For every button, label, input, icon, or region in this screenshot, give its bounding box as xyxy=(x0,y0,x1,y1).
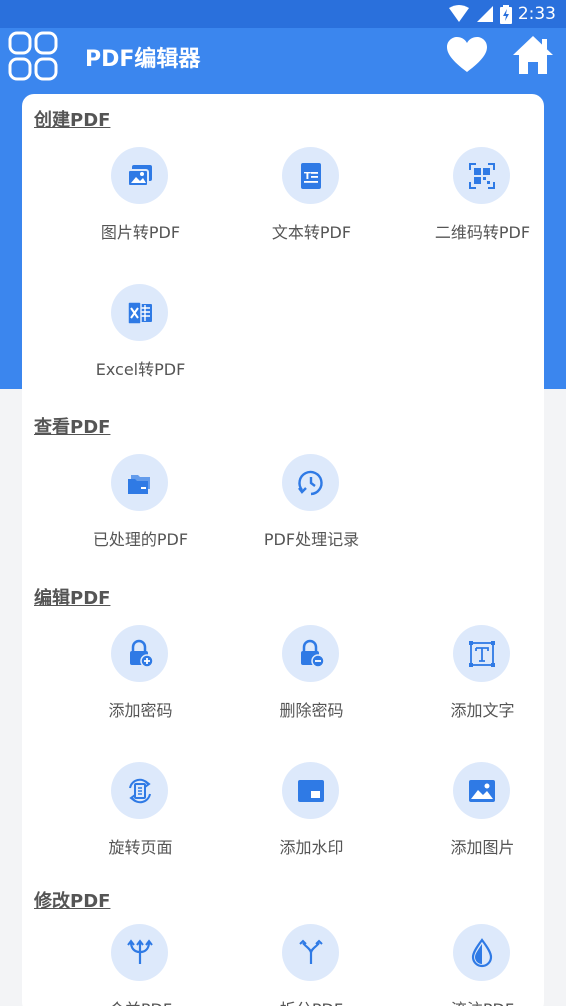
feature-card: 创建PDF 图片转PDF T 文本转PDF 二维码转PDF Excel转PDF … xyxy=(22,94,544,1006)
folder-icon xyxy=(127,474,150,494)
item-qrcode-to-pdf[interactable]: 二维码转PDF xyxy=(393,147,564,277)
section-title-create: 创建PDF xyxy=(34,110,111,131)
app-bar: PDF编辑器 xyxy=(0,28,566,82)
image-stack-icon xyxy=(126,164,152,187)
item-pdf-history[interactable]: PDF处理记录 xyxy=(222,454,393,584)
home-icon xyxy=(513,36,553,74)
item-label: 添加图片 xyxy=(450,838,515,857)
section-title-view: 查看PDF xyxy=(34,417,111,438)
merge-icon xyxy=(126,938,153,964)
item-add-text[interactable]: 添加文字 xyxy=(393,625,564,755)
item-label: PDF处理记录 xyxy=(263,530,360,549)
watermark-icon xyxy=(297,779,324,802)
item-label: 合并PDF xyxy=(51,996,230,1006)
menu-button[interactable] xyxy=(8,31,58,81)
svg-text:T: T xyxy=(304,171,311,182)
item-label: 添加文字 xyxy=(450,701,515,720)
lock-add-icon xyxy=(129,639,154,668)
item-add-watermark[interactable]: 添加水印 xyxy=(222,762,393,892)
home-button[interactable] xyxy=(511,34,555,76)
battery-icon xyxy=(499,4,512,24)
status-icons: 2:33 xyxy=(448,4,556,24)
section-title-modify: 修改PDF xyxy=(34,891,111,912)
text-box-icon xyxy=(468,640,495,667)
item-label: 流注PDF xyxy=(393,996,566,1006)
item-label: 添加密码 xyxy=(108,701,173,720)
heart-icon xyxy=(447,37,487,72)
favorites-button[interactable] xyxy=(446,36,488,74)
item-label: Excel转PDF xyxy=(95,360,186,379)
item-image-to-pdf[interactable]: 图片转PDF xyxy=(51,147,222,277)
item-label: 已处理的PDF xyxy=(92,530,189,549)
item-remove-password[interactable]: 删除密码 xyxy=(222,625,393,755)
item-label: 图片转PDF xyxy=(100,223,181,242)
qr-code-icon xyxy=(468,162,495,189)
lock-remove-icon xyxy=(300,639,325,668)
item-label: 旋转页面 xyxy=(108,838,173,857)
item-excel-to-pdf[interactable]: Excel转PDF xyxy=(51,284,222,414)
drop-icon xyxy=(471,937,492,967)
text-document-icon: T xyxy=(300,162,321,189)
wifi-icon xyxy=(448,5,469,22)
section-title-edit: 编辑PDF xyxy=(34,588,111,609)
item-label: 文本转PDF xyxy=(271,223,352,242)
item-add-image[interactable]: 添加图片 xyxy=(393,762,564,892)
status-bar: 2:33 xyxy=(0,0,566,28)
rotate-page-icon xyxy=(128,778,151,803)
item-label: 删除密码 xyxy=(279,701,344,720)
item-merge-pdf[interactable]: 合并PDF xyxy=(51,924,222,1006)
split-icon xyxy=(298,939,323,964)
item-text-to-pdf[interactable]: T 文本转PDF xyxy=(222,147,393,277)
item-add-password[interactable]: 添加密码 xyxy=(51,625,222,755)
history-icon xyxy=(297,470,323,495)
item-label: 拆分PDF xyxy=(222,996,401,1006)
grid-menu-icon xyxy=(8,31,58,81)
app-title: PDF编辑器 xyxy=(85,47,201,72)
item-flatten-pdf[interactable]: 流注PDF xyxy=(393,924,564,1006)
item-label: 二维码转PDF xyxy=(434,223,531,242)
add-image-icon xyxy=(468,779,495,802)
item-label: 添加水印 xyxy=(279,838,344,857)
signal-icon xyxy=(476,6,493,22)
status-time: 2:33 xyxy=(517,4,556,24)
item-rotate-page[interactable]: 旋转页面 xyxy=(51,762,222,892)
excel-icon xyxy=(126,300,152,325)
item-split-pdf[interactable]: 拆分PDF xyxy=(222,924,393,1006)
item-processed-pdf[interactable]: 已处理的PDF xyxy=(51,454,222,584)
